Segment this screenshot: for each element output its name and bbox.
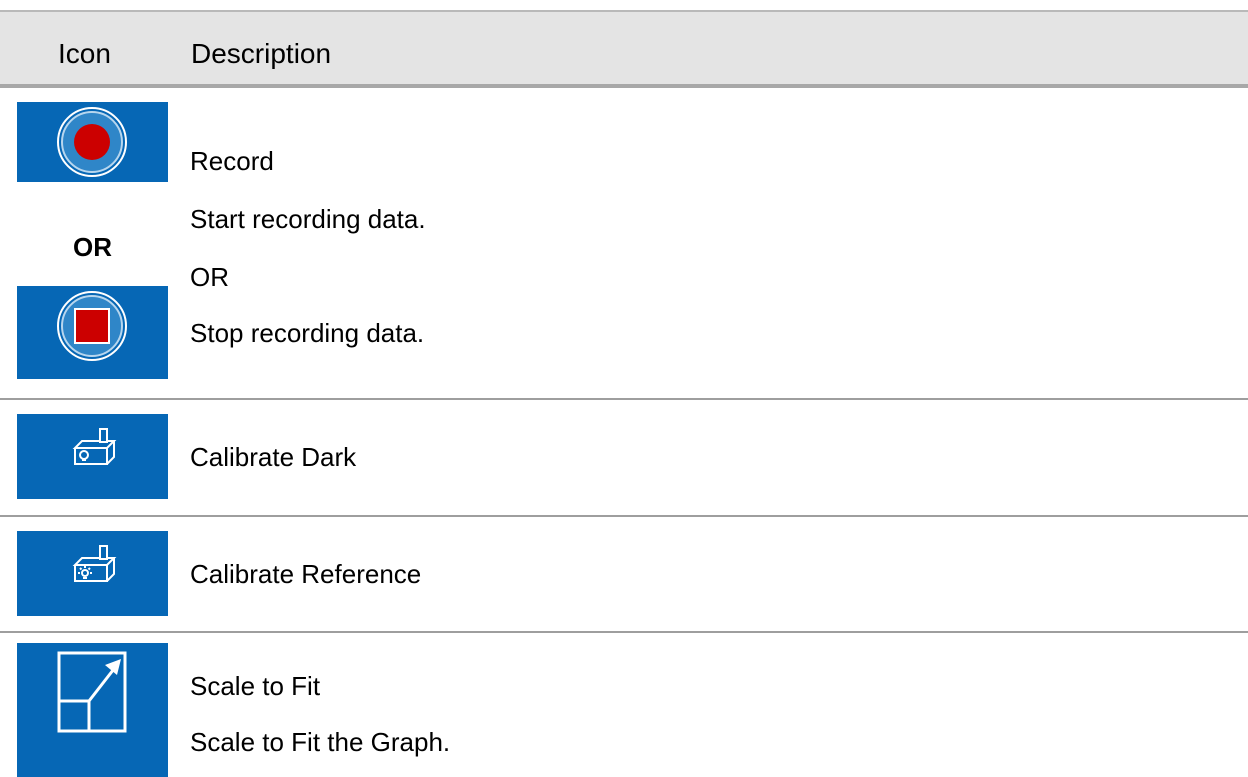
- table-row-scale-to-fit: Scale to Fit Scale to Fit the Graph.: [0, 633, 1248, 777]
- table-row-calibrate-reference: Calibrate Reference: [0, 517, 1248, 633]
- row-title-calibrate-dark: Calibrate Dark: [190, 442, 357, 472]
- row-title-record: Record: [190, 146, 274, 176]
- row-description-line: Start recording data.: [190, 204, 426, 234]
- table-header: Icon Description: [0, 10, 1248, 88]
- row-description-line: OR: [190, 262, 229, 292]
- row-description-line: Stop recording data.: [190, 318, 425, 348]
- icon-or-label: OR: [73, 232, 112, 262]
- table-row-record: OR Record Start recording data. OR Stop …: [0, 88, 1248, 400]
- record-start-icon: [17, 102, 168, 182]
- record-stop-icon: [17, 286, 168, 379]
- row-title-calibrate-reference: Calibrate Reference: [190, 559, 422, 589]
- calibrate-reference-icon: [17, 531, 168, 616]
- header-icon-column: Icon: [58, 38, 111, 69]
- icon-reference-table: Icon Description OR Record Start recordi…: [0, 0, 1248, 777]
- row-description-line: Scale to Fit the Graph.: [190, 727, 451, 757]
- row-title-scale-to-fit: Scale to Fit: [190, 671, 321, 701]
- calibrate-dark-icon: [17, 414, 168, 499]
- scale-to-fit-icon: [17, 643, 168, 777]
- table-row-calibrate-dark: Calibrate Dark: [0, 400, 1248, 517]
- header-description-column: Description: [191, 38, 332, 69]
